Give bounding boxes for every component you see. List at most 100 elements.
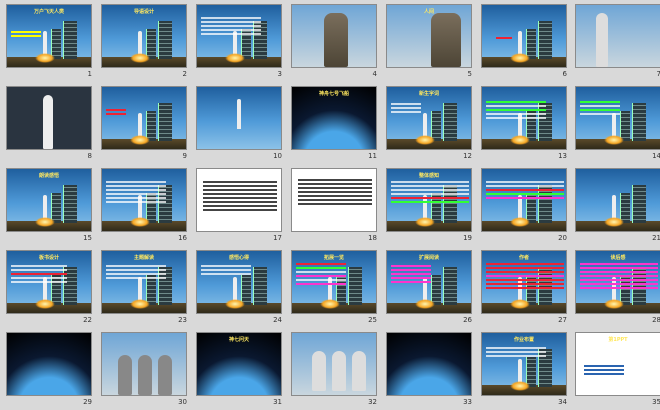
slide-thumbnail-24[interactable]: 感悟心得 24	[194, 248, 288, 330]
slide-number: 34	[558, 398, 567, 406]
slide-preview[interactable]	[6, 86, 92, 150]
slide-title: 主题解读	[133, 255, 154, 261]
slide-preview[interactable]: 作者	[481, 250, 567, 314]
slide-preview[interactable]	[481, 4, 567, 68]
slide-thumbnail-7[interactable]: 7	[573, 2, 660, 84]
slide-thumbnail-4[interactable]: 4	[289, 2, 383, 84]
slide-preview[interactable]	[575, 168, 660, 232]
slide-preview[interactable]	[291, 4, 377, 68]
slide-preview[interactable]	[196, 4, 282, 68]
slide-preview[interactable]	[575, 4, 660, 68]
slide-number: 28	[652, 316, 660, 324]
slide-thumbnail-27[interactable]: 作者 27	[479, 248, 573, 330]
slide-number: 29	[83, 398, 92, 406]
slide-thumbnail-35[interactable]: 第1PPT 35	[573, 330, 660, 410]
slide-number: 9	[182, 152, 187, 160]
slide-preview[interactable]: 板书设计	[6, 250, 92, 314]
slide-title: 万户飞天人类	[33, 9, 64, 15]
slide-thumbnail-23[interactable]: 主题解读 23	[99, 248, 193, 330]
slide-title: 朗读感悟	[38, 173, 59, 179]
slide-thumbnail-8[interactable]: 8	[4, 84, 98, 166]
slide-thumbnail-9[interactable]: 9	[99, 84, 193, 166]
slide-preview[interactable]	[101, 168, 187, 232]
slide-thumbnail-31[interactable]: 神七问天 31	[194, 330, 288, 410]
slide-preview[interactable]: 神舟七号飞船	[291, 86, 377, 150]
slide-thumbnail-3[interactable]: 3	[194, 2, 288, 84]
slide-thumbnail-32[interactable]: 32	[289, 330, 383, 410]
slide-thumbnail-33[interactable]: 33	[384, 330, 478, 410]
slide-number: 18	[368, 234, 377, 242]
slide-number: 4	[372, 70, 377, 78]
slide-thumbnail-18[interactable]: 18	[289, 166, 383, 248]
slide-thumbnail-12[interactable]: 新生字词 12	[384, 84, 478, 166]
slide-thumbnail-21[interactable]: 21	[573, 166, 660, 248]
slide-thumbnail-15[interactable]: 朗读感悟 15	[4, 166, 98, 248]
slide-thumbnail-17[interactable]: 17	[194, 166, 288, 248]
slide-thumbnail-25[interactable]: 拓展一览 25	[289, 248, 383, 330]
slide-thumbnail-1[interactable]: 万户飞天人类 1	[4, 2, 98, 84]
slide-thumbnail-13[interactable]: 13	[479, 84, 573, 166]
slide-preview[interactable]	[575, 86, 660, 150]
slide-number: 31	[273, 398, 282, 406]
slide-number: 1	[87, 70, 92, 78]
slide-preview[interactable]	[291, 168, 377, 232]
slide-preview[interactable]: 第1PPT	[575, 332, 660, 396]
slide-thumbnail-22[interactable]: 板书设计 22	[4, 248, 98, 330]
slide-preview[interactable]: 读后感	[575, 250, 660, 314]
slide-thumbnail-11[interactable]: 神舟七号飞船 11	[289, 84, 383, 166]
slide-preview[interactable]	[6, 332, 92, 396]
slide-thumbnail-28[interactable]: 读后感 28	[573, 248, 660, 330]
slide-thumbnail-20[interactable]: 20	[479, 166, 573, 248]
slide-thumbnail-10[interactable]: 10	[194, 84, 288, 166]
slide-number: 33	[463, 398, 472, 406]
slide-title: 拓展一览	[323, 255, 344, 261]
slide-preview[interactable]: 导语设计	[101, 4, 187, 68]
slide-number: 16	[178, 234, 187, 242]
slide-preview[interactable]: 神七问天	[196, 332, 282, 396]
slide-preview[interactable]	[386, 332, 472, 396]
slide-title: 读后感	[610, 255, 626, 261]
slide-title: 作业布置	[513, 337, 534, 343]
slide-thumbnail-6[interactable]: 6	[479, 2, 573, 84]
slide-title: 导语设计	[133, 9, 154, 15]
slide-preview[interactable]: 人间	[386, 4, 472, 68]
slide-preview[interactable]: 拓展一览	[291, 250, 377, 314]
slide-thumbnail-19[interactable]: 整体感知 19	[384, 166, 478, 248]
slide-thumbnail-5[interactable]: 人间 5	[384, 2, 478, 84]
slide-title: 神舟七号飞船	[318, 91, 349, 97]
slide-preview[interactable]	[481, 86, 567, 150]
slide-preview[interactable]	[481, 168, 567, 232]
slide-thumbnail-16[interactable]: 16	[99, 166, 193, 248]
slide-preview[interactable]: 新生字词	[386, 86, 472, 150]
slide-number: 21	[652, 234, 660, 242]
slide-preview[interactable]: 主题解读	[101, 250, 187, 314]
slide-preview[interactable]: 扩展阅读	[386, 250, 472, 314]
slide-number: 3	[277, 70, 282, 78]
slide-thumbnail-26[interactable]: 扩展阅读 26	[384, 248, 478, 330]
slide-number: 20	[558, 234, 567, 242]
slide-title: 神七问天	[228, 337, 249, 343]
slide-preview[interactable]	[196, 86, 282, 150]
slide-thumbnail-14[interactable]: 14	[573, 84, 660, 166]
slide-preview[interactable]: 万户飞天人类	[6, 4, 92, 68]
slide-title: 第1PPT	[608, 337, 628, 343]
slide-preview[interactable]: 朗读感悟	[6, 168, 92, 232]
slide-preview[interactable]: 作业布置	[481, 332, 567, 396]
slide-preview[interactable]: 整体感知	[386, 168, 472, 232]
slide-number: 30	[178, 398, 187, 406]
slide-number: 8	[87, 152, 92, 160]
slide-number: 32	[368, 398, 377, 406]
slide-title: 作者	[518, 255, 529, 261]
slide-preview[interactable]	[291, 332, 377, 396]
slide-number: 11	[368, 152, 377, 160]
slide-thumbnail-30[interactable]: 30	[99, 330, 193, 410]
slide-title: 人间	[423, 9, 434, 15]
slide-preview[interactable]	[101, 86, 187, 150]
slide-preview[interactable]	[101, 332, 187, 396]
slide-thumbnail-2[interactable]: 导语设计 2	[99, 2, 193, 84]
slide-number: 27	[558, 316, 567, 324]
slide-thumbnail-29[interactable]: 29	[4, 330, 98, 410]
slide-thumbnail-34[interactable]: 作业布置 34	[479, 330, 573, 410]
slide-preview[interactable]: 感悟心得	[196, 250, 282, 314]
slide-preview[interactable]	[196, 168, 282, 232]
